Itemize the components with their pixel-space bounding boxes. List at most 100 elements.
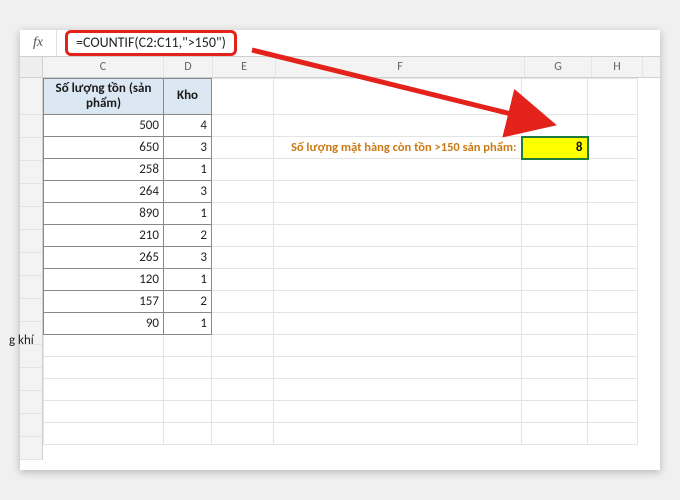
- cell[interactable]: [274, 159, 522, 181]
- cell[interactable]: [44, 423, 164, 445]
- cell[interactable]: [212, 313, 274, 335]
- fx-icon[interactable]: fx: [20, 30, 57, 56]
- cell-d9[interactable]: 1: [164, 269, 212, 291]
- cell[interactable]: [522, 379, 588, 401]
- cell[interactable]: [212, 181, 274, 203]
- cell[interactable]: [522, 247, 588, 269]
- cell[interactable]: [274, 203, 522, 225]
- cell[interactable]: [212, 291, 274, 313]
- cell-d8[interactable]: 3: [164, 247, 212, 269]
- cell[interactable]: [274, 225, 522, 247]
- cell[interactable]: [274, 79, 522, 115]
- cell[interactable]: [588, 379, 638, 401]
- cell[interactable]: [44, 357, 164, 379]
- row-header[interactable]: [20, 253, 42, 276]
- cell[interactable]: [44, 335, 164, 357]
- cell[interactable]: [522, 115, 588, 137]
- cell[interactable]: [522, 269, 588, 291]
- cell[interactable]: [212, 335, 274, 357]
- row-header[interactable]: [20, 437, 42, 460]
- cell[interactable]: [522, 335, 588, 357]
- cell-c7[interactable]: 210: [44, 225, 164, 247]
- cell[interactable]: [212, 357, 274, 379]
- cell[interactable]: [212, 159, 274, 181]
- cell[interactable]: [588, 401, 638, 423]
- cell[interactable]: [164, 335, 212, 357]
- cell[interactable]: [588, 79, 638, 115]
- cell[interactable]: [274, 423, 522, 445]
- cell[interactable]: [212, 137, 274, 159]
- cell[interactable]: [588, 181, 638, 203]
- cell[interactable]: [522, 159, 588, 181]
- cell[interactable]: [44, 379, 164, 401]
- cell-d3[interactable]: 3: [164, 137, 212, 159]
- cell[interactable]: [274, 335, 522, 357]
- cell[interactable]: [588, 313, 638, 335]
- row-header[interactable]: [20, 161, 42, 184]
- result-cell[interactable]: 8: [522, 137, 588, 159]
- annotation-label[interactable]: Số lượng mặt hàng còn tồn >150 sản phẩm:: [274, 137, 522, 159]
- row-header[interactable]: [20, 230, 42, 253]
- cell-d4[interactable]: 1: [164, 159, 212, 181]
- cell[interactable]: [522, 401, 588, 423]
- cell[interactable]: [164, 401, 212, 423]
- row-header[interactable]: [20, 276, 42, 299]
- cell-c8[interactable]: 265: [44, 247, 164, 269]
- cell[interactable]: [274, 313, 522, 335]
- cell-c4[interactable]: 258: [44, 159, 164, 181]
- cell[interactable]: [522, 181, 588, 203]
- row-header[interactable]: [20, 368, 42, 391]
- cell[interactable]: [274, 401, 522, 423]
- col-header-f[interactable]: F: [276, 57, 525, 77]
- cell[interactable]: [522, 225, 588, 247]
- cell[interactable]: [588, 357, 638, 379]
- cell[interactable]: [212, 269, 274, 291]
- cell-d6[interactable]: 1: [164, 203, 212, 225]
- formula-input[interactable]: =COUNTIF(C2:C11,">150"): [65, 30, 237, 56]
- spreadsheet-grid[interactable]: C D E F G H: [20, 57, 660, 460]
- cell[interactable]: [588, 159, 638, 181]
- cell[interactable]: [164, 379, 212, 401]
- row-header[interactable]: [20, 138, 42, 161]
- cell-d2[interactable]: 4: [164, 115, 212, 137]
- col-header-h[interactable]: H: [592, 57, 643, 77]
- cell[interactable]: [588, 137, 638, 159]
- cell[interactable]: [212, 247, 274, 269]
- cell[interactable]: [274, 379, 522, 401]
- cell-d7[interactable]: 2: [164, 225, 212, 247]
- cell-c3[interactable]: 650: [44, 137, 164, 159]
- cell-d11[interactable]: 1: [164, 313, 212, 335]
- cell[interactable]: [274, 269, 522, 291]
- cell[interactable]: [522, 203, 588, 225]
- cell[interactable]: [588, 291, 638, 313]
- cell-d10[interactable]: 2: [164, 291, 212, 313]
- row-header[interactable]: [20, 322, 42, 345]
- cell-c10[interactable]: 157: [44, 291, 164, 313]
- cell[interactable]: [588, 269, 638, 291]
- row-header[interactable]: [20, 299, 42, 322]
- cell-c6[interactable]: 890: [44, 203, 164, 225]
- row-header[interactable]: [20, 184, 42, 207]
- cell[interactable]: [274, 115, 522, 137]
- cell[interactable]: [522, 291, 588, 313]
- cell[interactable]: [588, 247, 638, 269]
- cell[interactable]: [212, 401, 274, 423]
- cell[interactable]: [274, 181, 522, 203]
- cell[interactable]: [588, 423, 638, 445]
- cell[interactable]: [522, 357, 588, 379]
- cell[interactable]: [522, 313, 588, 335]
- cell[interactable]: [274, 247, 522, 269]
- cell[interactable]: [212, 225, 274, 247]
- header-quantity[interactable]: Số lượng tồn (sản phẩm): [44, 79, 164, 115]
- cell[interactable]: [164, 357, 212, 379]
- cell[interactable]: [212, 379, 274, 401]
- cell[interactable]: [212, 115, 274, 137]
- row-header[interactable]: [20, 391, 42, 414]
- cell-d5[interactable]: 3: [164, 181, 212, 203]
- cell[interactable]: [212, 203, 274, 225]
- cell[interactable]: [44, 401, 164, 423]
- row-header[interactable]: [20, 414, 42, 437]
- cell-c9[interactable]: 120: [44, 269, 164, 291]
- cell-c5[interactable]: 264: [44, 181, 164, 203]
- cell[interactable]: [522, 79, 588, 115]
